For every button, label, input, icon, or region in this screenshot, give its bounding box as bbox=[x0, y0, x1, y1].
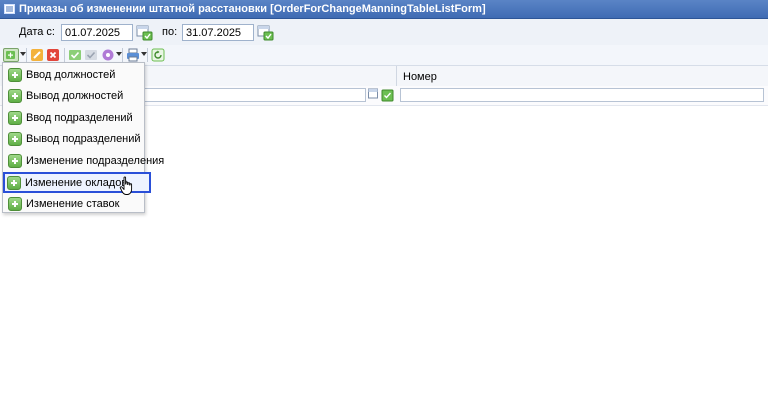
unapprove-button[interactable] bbox=[84, 48, 98, 62]
print-button[interactable] bbox=[126, 48, 140, 62]
menu-item-input-positions[interactable]: Ввод должностей bbox=[4, 65, 143, 86]
menu-item-change-department[interactable]: Изменение подразделения bbox=[4, 151, 164, 172]
menu-item-label: Изменение окладов bbox=[25, 177, 128, 189]
calendar-icon[interactable] bbox=[257, 24, 274, 41]
date-to-label: по: bbox=[162, 26, 178, 38]
filter-options-icon[interactable] bbox=[368, 88, 381, 102]
add-icon bbox=[8, 111, 22, 125]
toolbar-separator bbox=[122, 48, 123, 62]
add-icon bbox=[8, 68, 22, 82]
add-icon bbox=[6, 51, 15, 59]
date-from-input[interactable]: 01.07.2025 bbox=[61, 24, 133, 41]
toolbar-separator bbox=[64, 48, 65, 62]
window-icon bbox=[4, 4, 15, 14]
window-title-bar: Приказы об изменении штатной расстановки… bbox=[0, 0, 768, 19]
add-icon bbox=[8, 197, 22, 211]
add-button[interactable] bbox=[3, 48, 19, 62]
add-icon bbox=[8, 89, 22, 103]
delete-icon bbox=[47, 49, 59, 61]
menu-item-label: Ввод подразделений bbox=[26, 112, 133, 124]
apply-filter-icon[interactable] bbox=[381, 88, 394, 102]
delete-button[interactable] bbox=[46, 48, 60, 62]
hand-cursor-icon bbox=[119, 176, 133, 195]
approve-button[interactable] bbox=[68, 48, 82, 62]
add-icon bbox=[8, 154, 22, 168]
status-icon bbox=[102, 49, 114, 61]
toolbar-separator bbox=[147, 48, 148, 62]
menu-item-label: Изменение ставок bbox=[26, 198, 120, 210]
column-header-number[interactable]: Номер bbox=[396, 66, 768, 86]
menu-item-label: Вывод должностей bbox=[26, 90, 124, 102]
number-filter-input[interactable] bbox=[400, 88, 764, 102]
unapprove-icon bbox=[85, 50, 97, 60]
menu-item-input-departments[interactable]: Ввод подразделений bbox=[4, 108, 143, 129]
refresh-icon bbox=[151, 48, 165, 62]
approve-icon bbox=[69, 50, 81, 60]
date-to-input[interactable]: 31.07.2025 bbox=[182, 24, 254, 41]
toolbar-separator bbox=[26, 48, 27, 62]
edit-button[interactable] bbox=[30, 48, 44, 62]
window-title: Приказы об изменении штатной расстановки… bbox=[19, 3, 486, 15]
menu-item-label: Изменение подразделения bbox=[26, 155, 165, 167]
status-button[interactable] bbox=[101, 48, 115, 62]
menu-item-output-positions[interactable]: Вывод должностей bbox=[4, 86, 143, 107]
column-filter-input[interactable] bbox=[140, 88, 366, 102]
date-from-label: Дата с: bbox=[19, 26, 55, 38]
refresh-button[interactable] bbox=[151, 48, 165, 62]
date-filter-bar: Дата с: 01.07.2025 по: 31.07.2025 bbox=[0, 19, 768, 46]
menu-item-label: Ввод должностей bbox=[26, 69, 116, 81]
pencil-icon bbox=[31, 49, 43, 61]
add-icon bbox=[8, 132, 22, 146]
menu-item-change-rates[interactable]: Изменение ставок bbox=[4, 194, 143, 215]
printer-icon bbox=[127, 48, 139, 62]
menu-item-label: Вывод подразделений bbox=[26, 133, 141, 145]
calendar-icon[interactable] bbox=[136, 24, 153, 41]
add-icon bbox=[7, 176, 21, 190]
menu-item-output-departments[interactable]: Вывод подразделений bbox=[4, 129, 143, 150]
